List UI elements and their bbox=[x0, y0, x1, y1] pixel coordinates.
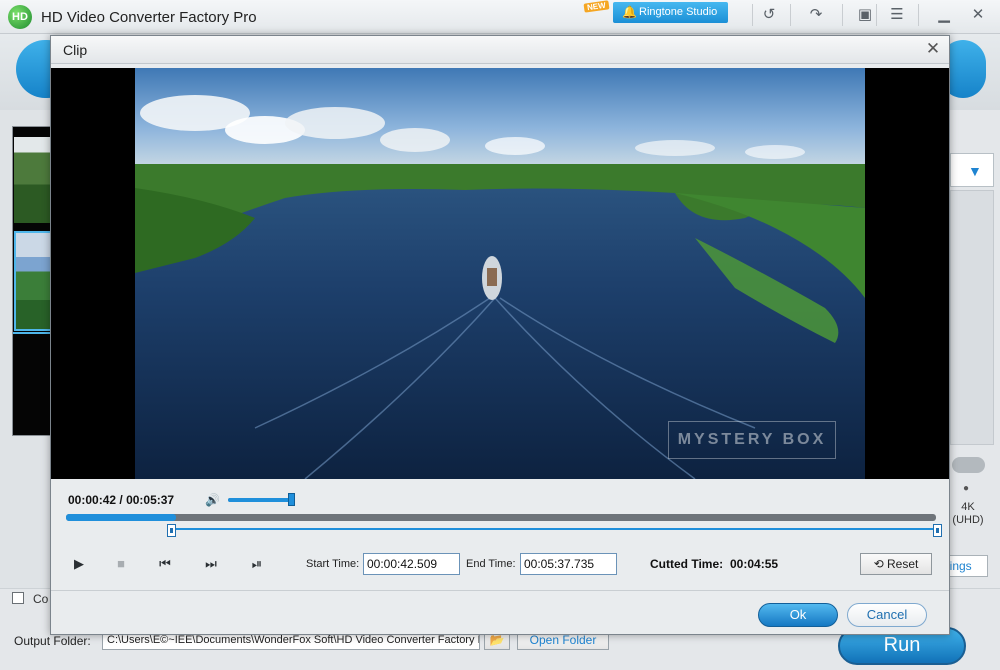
video-thumbnail[interactable] bbox=[14, 137, 52, 223]
current-time: 00:00:42 bbox=[68, 493, 117, 507]
clip-range-line bbox=[171, 528, 938, 530]
video-frame: MYSTERY BOX bbox=[135, 68, 865, 479]
list-icon[interactable]: ☰ bbox=[886, 4, 908, 26]
close-icon[interactable]: ✕ bbox=[967, 4, 989, 26]
cutted-time-label: Cutted Time: bbox=[650, 557, 724, 571]
volume-slider-thumb[interactable] bbox=[288, 493, 295, 506]
video-watermark: MYSTERY BOX bbox=[668, 421, 836, 459]
total-time: 00:05:37 bbox=[126, 493, 175, 507]
clip-end-handle[interactable] bbox=[933, 524, 942, 537]
redo-icon[interactable]: ↷ bbox=[805, 4, 827, 26]
cancel-button[interactable]: Cancel bbox=[847, 603, 927, 627]
quality-toggle[interactable] bbox=[952, 457, 985, 473]
toolbar-separator bbox=[790, 4, 791, 26]
merge-label: Co bbox=[33, 592, 49, 606]
dialog-title: Clip bbox=[63, 42, 88, 58]
playback-progress-fill bbox=[66, 514, 176, 521]
reset-icon: ⟲ bbox=[873, 557, 884, 571]
reset-label: Reset bbox=[887, 557, 919, 571]
jump-to-icon[interactable]: ⏯ bbox=[246, 554, 268, 574]
toolbar-separator bbox=[918, 4, 919, 26]
selection-line bbox=[13, 332, 53, 334]
app-titlebar: HD HD Video Converter Factory Pro NEW 🔔 … bbox=[0, 0, 1000, 34]
app-logo: HD bbox=[8, 5, 32, 29]
toolbar-separator bbox=[752, 4, 753, 26]
output-folder-label: Output Folder: bbox=[14, 634, 91, 648]
clip-start-handle[interactable] bbox=[167, 524, 176, 537]
minimize-icon[interactable]: ▁ bbox=[933, 4, 955, 26]
start-time-input[interactable] bbox=[363, 553, 460, 575]
ringtone-studio-label: Ringtone Studio bbox=[639, 6, 718, 18]
play-icon[interactable]: ▶ bbox=[68, 554, 90, 574]
app-title: HD Video Converter Factory Pro bbox=[41, 9, 257, 26]
thumbnail-list bbox=[12, 126, 53, 436]
cutted-time-value: 00:04:55 bbox=[730, 557, 779, 571]
dot-icon: ● bbox=[963, 483, 970, 494]
clip-dialog: Clip ✕ MYSTERY BOX 00:00:42 / 00:05:37 🔊… bbox=[50, 35, 950, 635]
volume-slider[interactable] bbox=[228, 498, 294, 502]
dialog-close-icon[interactable]: ✕ bbox=[923, 39, 943, 59]
chevron-down-icon: ▼ bbox=[968, 163, 982, 179]
ok-button[interactable]: Ok bbox=[758, 603, 838, 627]
dialog-separator bbox=[51, 590, 949, 591]
prev-frame-icon[interactable]: ⏮ bbox=[154, 554, 176, 574]
playback-progress-bar[interactable] bbox=[66, 514, 936, 521]
ringtone-studio-button[interactable]: 🔔 Ringtone Studio bbox=[613, 2, 728, 23]
end-time-input[interactable] bbox=[520, 553, 617, 575]
bell-icon: 🔔 bbox=[622, 5, 637, 19]
stop-icon[interactable]: ■ bbox=[110, 554, 132, 574]
format-dropdown[interactable]: ▼ bbox=[950, 153, 994, 187]
toolbar-separator bbox=[876, 4, 877, 26]
reset-button[interactable]: ⟲ Reset bbox=[860, 553, 932, 575]
dialog-titlebar: Clip ✕ bbox=[51, 36, 949, 64]
chat-icon[interactable]: ▣ bbox=[854, 4, 876, 26]
start-time-label: Start Time: bbox=[306, 558, 360, 570]
volume-icon[interactable]: 🔊 bbox=[205, 493, 220, 507]
playback-time: 00:00:42 / 00:05:37 bbox=[68, 493, 175, 507]
video-preview: MYSTERY BOX bbox=[51, 68, 949, 479]
video-scene bbox=[135, 68, 865, 479]
new-badge: NEW bbox=[583, 0, 610, 13]
format-panel bbox=[950, 190, 994, 445]
merge-checkbox[interactable] bbox=[12, 592, 24, 604]
volume-fill bbox=[228, 498, 291, 502]
toolbar-separator bbox=[842, 4, 843, 26]
undo-icon[interactable]: ↺ bbox=[758, 4, 780, 26]
format-label: 4K (UHD) bbox=[952, 501, 984, 526]
video-thumbnail-selected[interactable] bbox=[14, 231, 52, 331]
next-frame-icon[interactable]: ⏭ bbox=[200, 554, 222, 574]
end-time-label: End Time: bbox=[466, 558, 516, 570]
